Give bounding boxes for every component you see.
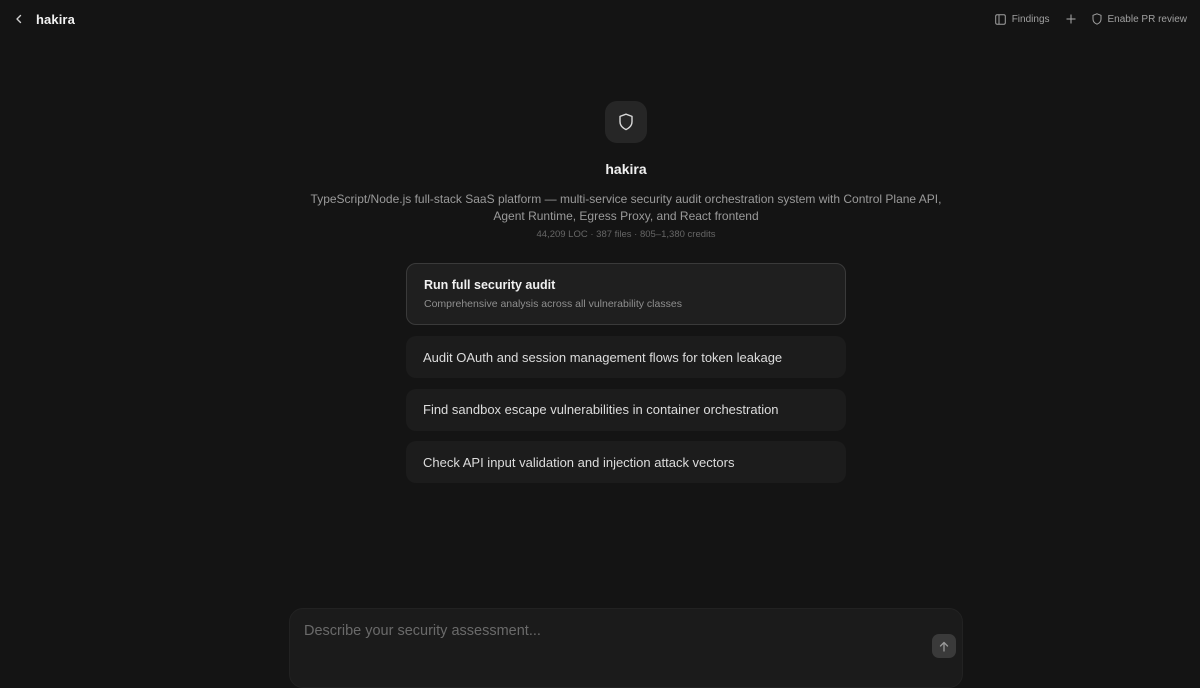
suggestion-text: Find sandbox escape vulnerabilities in c…: [423, 402, 779, 417]
suggestion-card[interactable]: Check API input validation and injection…: [406, 441, 846, 483]
pr-review-label: Enable PR review: [1107, 13, 1187, 25]
arrow-up-icon: [939, 641, 949, 652]
shield-icon: [1092, 13, 1102, 25]
enable-pr-review-button[interactable]: Enable PR review: [1092, 13, 1187, 25]
suggestion-card[interactable]: Audit OAuth and session management flows…: [406, 336, 846, 378]
topbar-actions: Findings Enable PR review: [994, 13, 1187, 25]
card-title: Run full security audit: [424, 278, 556, 292]
project-logo: [605, 101, 647, 143]
findings-button[interactable]: Findings: [994, 13, 1050, 25]
shield-icon: [619, 113, 633, 131]
suggestion-card[interactable]: Find sandbox escape vulnerabilities in c…: [406, 388, 846, 431]
composer: [289, 608, 963, 688]
run-full-audit-card[interactable]: Run full security audit Comprehensive an…: [406, 263, 846, 325]
project-meta: 44,209 LOC · 387 files · 805–1,380 credi…: [536, 229, 716, 240]
new-button[interactable]: [1066, 14, 1076, 24]
assessment-input[interactable]: [304, 620, 904, 642]
topbar-left: hakira: [12, 12, 75, 27]
app-name: hakira: [36, 11, 75, 27]
suggestion-list: Run full security audit Comprehensive an…: [406, 263, 846, 494]
findings-label: Findings: [1011, 13, 1050, 25]
chevron-left-icon: [16, 14, 22, 24]
plus-icon: [1066, 14, 1076, 24]
project-description: TypeScript/Node.js full-stack SaaS platf…: [310, 192, 942, 223]
top-bar: hakira Findings Enable PR review: [0, 0, 1200, 38]
suggestion-text: Check API input validation and injection…: [423, 454, 735, 470]
project-title: hakira: [605, 161, 647, 177]
suggestion-text: Audit OAuth and session management flows…: [423, 349, 783, 365]
back-button[interactable]: [12, 12, 26, 26]
send-button[interactable]: [932, 634, 956, 658]
card-subtitle: Comprehensive analysis across all vulner…: [424, 298, 682, 310]
panel-icon: [994, 13, 1006, 25]
